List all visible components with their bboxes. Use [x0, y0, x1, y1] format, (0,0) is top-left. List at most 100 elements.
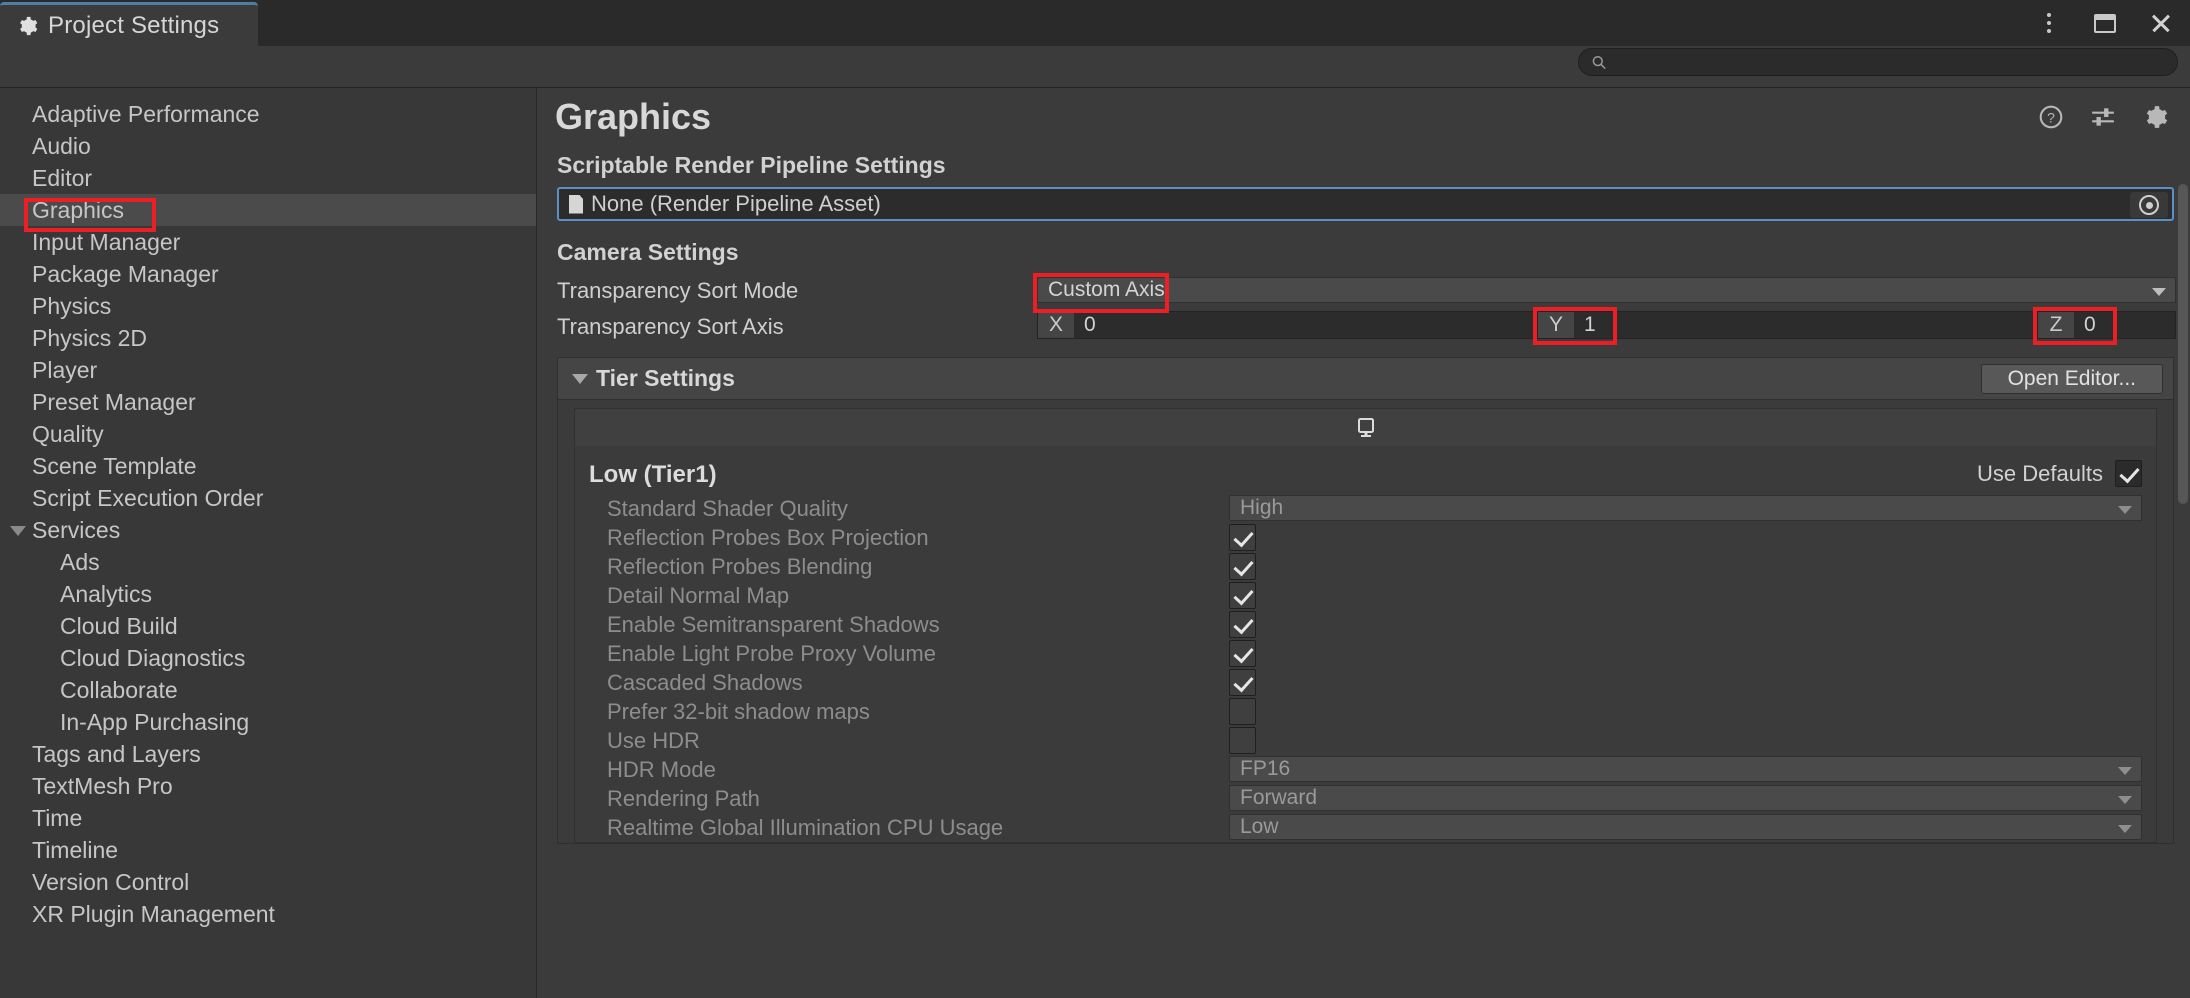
sidebar-item-scene-template[interactable]: Scene Template: [0, 450, 536, 482]
sidebar-item-label: Editor: [32, 164, 93, 191]
tier-row-checkbox[interactable]: [1229, 727, 1256, 754]
sidebar-item-audio[interactable]: Audio: [0, 130, 536, 162]
sidebar-item-label: Scene Template: [32, 452, 197, 479]
tier-row-dropdown[interactable]: High: [1229, 495, 2142, 521]
maximize-icon[interactable]: [2090, 8, 2120, 38]
vertical-scrollbar[interactable]: [2178, 184, 2188, 504]
sidebar-item-analytics[interactable]: Analytics: [0, 578, 536, 610]
sidebar-item-preset-manager[interactable]: Preset Manager: [0, 386, 536, 418]
search-box[interactable]: [1578, 48, 2178, 76]
chevron-down-icon[interactable]: [572, 373, 588, 384]
preset-icon[interactable]: [2090, 104, 2116, 130]
tier-row-label: Reflection Probes Box Projection: [607, 524, 929, 550]
tier-row-label: Standard Shader Quality: [607, 495, 848, 521]
sidebar-item-timeline[interactable]: Timeline: [0, 834, 536, 866]
tier-row: Rendering Path Forward: [589, 784, 2142, 813]
tier-row-dropdown[interactable]: Forward: [1229, 785, 2142, 811]
sidebar-item-graphics[interactable]: Graphics: [0, 194, 536, 226]
tier-row-label: Rendering Path: [607, 785, 760, 811]
sidebar-item-tags-and-layers[interactable]: Tags and Layers: [0, 738, 536, 770]
tier-settings-body: Low (Tier1) Use Defaults Standard Shader…: [558, 400, 2173, 843]
tier-row-checkbox[interactable]: [1229, 582, 1256, 609]
sidebar-item-label: Physics: [32, 292, 112, 319]
render-pipeline-asset-field[interactable]: None (Render Pipeline Asset): [557, 187, 2174, 221]
sidebar-item-player[interactable]: Player: [0, 354, 536, 386]
sidebar-item-label: Collaborate: [60, 676, 178, 703]
sidebar-item-cloud-build[interactable]: Cloud Build: [0, 610, 536, 642]
tier-row-checkbox[interactable]: [1229, 524, 1256, 551]
tier-row-checkbox[interactable]: [1229, 640, 1256, 667]
tier-row-checkbox[interactable]: [1229, 553, 1256, 580]
sidebar-item-package-manager[interactable]: Package Manager: [0, 258, 536, 290]
axis-y-value: 1: [1584, 313, 1596, 336]
sidebar-item-adaptive-performance[interactable]: Adaptive Performance: [0, 98, 536, 130]
sidebar-item-physics-2d[interactable]: Physics 2D: [0, 322, 536, 354]
tier-row: Prefer 32-bit shadow maps: [589, 697, 2142, 726]
sidebar-item-label: Player: [32, 356, 98, 383]
sidebar-item-services[interactable]: Services: [0, 514, 536, 546]
settings-sidebar[interactable]: Adaptive Performance Audio Editor Graphics I…: [0, 88, 537, 998]
chevron-down-icon: [2118, 825, 2132, 833]
sidebar-item-xr-plugin-management[interactable]: XR Plugin Management: [0, 898, 536, 930]
sidebar-item-label: Ads: [60, 548, 100, 575]
use-defaults-checkbox[interactable]: [2115, 460, 2142, 487]
srp-section-title: Scriptable Render Pipeline Settings: [557, 152, 946, 178]
tier-row-dropdown-value: Low: [1240, 815, 1279, 838]
gear-icon[interactable]: [2142, 104, 2168, 130]
transparency-sort-mode-dropdown[interactable]: Custom Axis: [1037, 277, 2176, 303]
desktop-monitor-icon[interactable]: [1353, 416, 1379, 440]
chevron-down-icon: [2118, 506, 2132, 514]
page-title: Graphics: [555, 96, 712, 137]
axis-z-field[interactable]: Z0: [2037, 311, 2176, 339]
sidebar-item-cloud-diagnostics[interactable]: Cloud Diagnostics: [0, 642, 536, 674]
sidebar-item-input-manager[interactable]: Input Manager: [0, 226, 536, 258]
transparency-sort-mode-label: Transparency Sort Mode: [557, 277, 799, 303]
search-input[interactable]: [1615, 53, 2165, 71]
sidebar-item-label: Version Control: [32, 868, 190, 895]
tier-row-dropdown[interactable]: FP16: [1229, 756, 2142, 782]
use-defaults-control[interactable]: Use Defaults: [1977, 460, 2142, 487]
tier-row: Reflection Probes Box Projection: [589, 523, 2142, 552]
axis-y-label: Y: [1538, 312, 1574, 338]
sidebar-item-version-control[interactable]: Version Control: [0, 866, 536, 898]
tier-row-checkbox[interactable]: [1229, 669, 1256, 696]
tier-row-label: HDR Mode: [607, 756, 716, 782]
search-icon: [1592, 55, 1606, 69]
tier-row-label: Prefer 32-bit shadow maps: [607, 698, 870, 724]
tier-row: Reflection Probes Blending: [589, 552, 2142, 581]
sidebar-item-textmesh-pro[interactable]: TextMesh Pro: [0, 770, 536, 802]
tier-row-checkbox[interactable]: [1229, 698, 1256, 725]
sidebar-item-physics[interactable]: Physics: [0, 290, 536, 322]
more-options-icon[interactable]: [2034, 8, 2064, 38]
sidebar-item-collaborate[interactable]: Collaborate: [0, 674, 536, 706]
axis-y-field[interactable]: Y1: [1537, 311, 2037, 339]
sidebar-item-time[interactable]: Time: [0, 802, 536, 834]
tier-row-dropdown[interactable]: Low: [1229, 814, 2142, 840]
tier-title-row: Low (Tier1) Use Defaults: [589, 456, 2142, 494]
chevron-down-icon[interactable]: [10, 526, 26, 536]
open-editor-button[interactable]: Open Editor...: [1980, 364, 2163, 394]
object-picker-icon[interactable]: [2130, 192, 2168, 218]
help-icon[interactable]: ?: [2038, 104, 2064, 130]
transparency-sort-axis-label: Transparency Sort Axis: [557, 314, 784, 339]
axis-x-field[interactable]: X0: [1037, 311, 1537, 339]
sidebar-item-label: XR Plugin Management: [32, 900, 275, 927]
tier-row-label: Detail Normal Map: [607, 582, 790, 608]
sidebar-item-label: Cloud Build: [60, 612, 178, 639]
tier-settings-header[interactable]: Tier Settings Open Editor...: [558, 358, 2173, 400]
platform-tab-bar[interactable]: [574, 408, 2157, 446]
tier-row: Enable Light Probe Proxy Volume: [589, 639, 2142, 668]
tier-content: Low (Tier1) Use Defaults Standard Shader…: [574, 446, 2157, 843]
sidebar-item-quality[interactable]: Quality: [0, 418, 536, 450]
sidebar-item-ads[interactable]: Ads: [0, 546, 536, 578]
tier-settings-box: Tier Settings Open Editor... Low (Tier1)…: [557, 357, 2174, 844]
sidebar-item-label: Audio: [32, 132, 91, 159]
sidebar-item-editor[interactable]: Editor: [0, 162, 536, 194]
sidebar-item-in-app-purchasing[interactable]: In-App Purchasing: [0, 706, 536, 738]
tier-row-checkbox[interactable]: [1229, 611, 1256, 638]
panel-header-icons: ?: [2038, 104, 2168, 130]
axis-z-value: 0: [2084, 313, 2096, 336]
sidebar-item-script-execution-order[interactable]: Script Execution Order: [0, 482, 536, 514]
close-icon[interactable]: [2146, 8, 2176, 38]
project-settings-tab[interactable]: Project Settings: [0, 2, 258, 46]
